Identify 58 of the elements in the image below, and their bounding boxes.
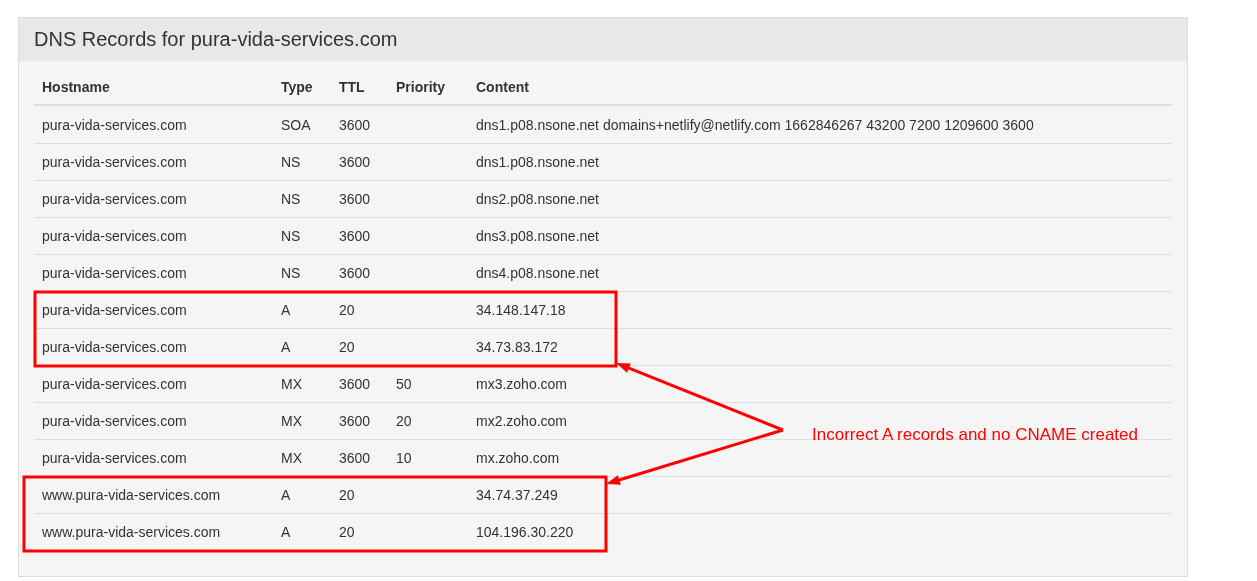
- table-cell-text: pura-vida-services.com: [41, 302, 188, 318]
- table-cell-text: 20: [338, 524, 356, 540]
- table-cell-text: A: [280, 487, 292, 503]
- table-cell-text: www.pura-vida-services.com: [41, 487, 222, 503]
- table-cell-text: mx2.zoho.com: [475, 413, 569, 429]
- table-cell-text: NS: [280, 191, 302, 207]
- table-cell-text: 3600: [338, 116, 372, 133]
- table-cell-text: A: [280, 302, 292, 318]
- table-cell-text: A: [280, 524, 292, 540]
- table-cell-text: 3600: [338, 265, 372, 281]
- table-cell-text: pura-vida-services.com: [41, 228, 188, 244]
- table-cell-text: A: [280, 339, 292, 355]
- table-cell-text: 3600: [338, 154, 372, 170]
- table-cell-text: pura-vida-services.com: [41, 339, 188, 355]
- table-cell-text: pura-vida-services.com: [41, 116, 188, 133]
- table-cell-text: 34.148.147.18: [475, 302, 567, 318]
- table-cell-text: pura-vida-services.com: [41, 191, 188, 207]
- callout-text: Incorrect A records and no CNAME created: [812, 425, 1138, 445]
- table-cell-text: dns3.p08.nsone.net: [475, 228, 600, 244]
- table-cell-text: 3600: [338, 376, 372, 392]
- column-header: Content: [475, 79, 530, 95]
- column-header: Type: [280, 79, 314, 95]
- table-cell-text: NS: [280, 265, 302, 281]
- table-cell-text: pura-vida-services.com: [41, 265, 188, 281]
- table-cell-text: mx.zoho.com: [475, 450, 561, 466]
- table-cell: 10: [396, 450, 412, 466]
- table-cell-text: pura-vida-services.com: [41, 413, 188, 429]
- table-cell-text: NS: [280, 228, 302, 244]
- column-header: TTL: [338, 79, 366, 95]
- column-header: Priority: [395, 79, 446, 95]
- table-cell-text: NS: [280, 154, 302, 170]
- table-cell-text: 104.196.30.220: [475, 524, 575, 540]
- table-cell-text: dns1.p08.nsone.net domains+netlify@netlify.com 1662846267 43200 7200 1209600 3600: [475, 116, 1035, 133]
- table-cell-text: pura-vida-services.com: [41, 376, 188, 392]
- table-cell-text: 3600: [338, 191, 372, 207]
- table-cell-text: 20: [338, 302, 356, 318]
- panel-title: DNS Records for pura-vida-services.com: [34, 28, 398, 51]
- table-cell-text: 3600: [338, 413, 372, 429]
- table-cell: 20: [396, 413, 412, 429]
- table-cell-text: MX: [280, 413, 303, 429]
- table-cell-text: SOA: [280, 116, 312, 133]
- table-cell-text: pura-vida-services.com: [41, 154, 188, 170]
- table-cell-text: 20: [338, 339, 356, 355]
- table-cell-text: dns4.p08.nsone.net: [475, 265, 600, 281]
- column-header: Hostname: [41, 79, 111, 95]
- table-cell-text: dns1.p08.nsone.net: [475, 154, 600, 170]
- table-cell-text: MX: [280, 450, 303, 466]
- table-cell-text: 34.74.37.249: [475, 487, 559, 503]
- table-cell-text: 3600: [338, 450, 372, 466]
- table-cell-text: pura-vida-services.com: [41, 450, 188, 466]
- table-cell-text: dns2.p08.nsone.net: [475, 191, 600, 207]
- table-cell-text: 34.73.83.172: [475, 339, 559, 355]
- table-cell-text: 3600: [338, 228, 372, 244]
- table-cell-text: mx3.zoho.com: [475, 376, 569, 392]
- table-cell-text: www.pura-vida-services.com: [41, 524, 222, 540]
- table-cell-text: 20: [338, 487, 356, 503]
- table-cell-text: MX: [280, 376, 303, 392]
- table-cell: 50: [396, 376, 412, 392]
